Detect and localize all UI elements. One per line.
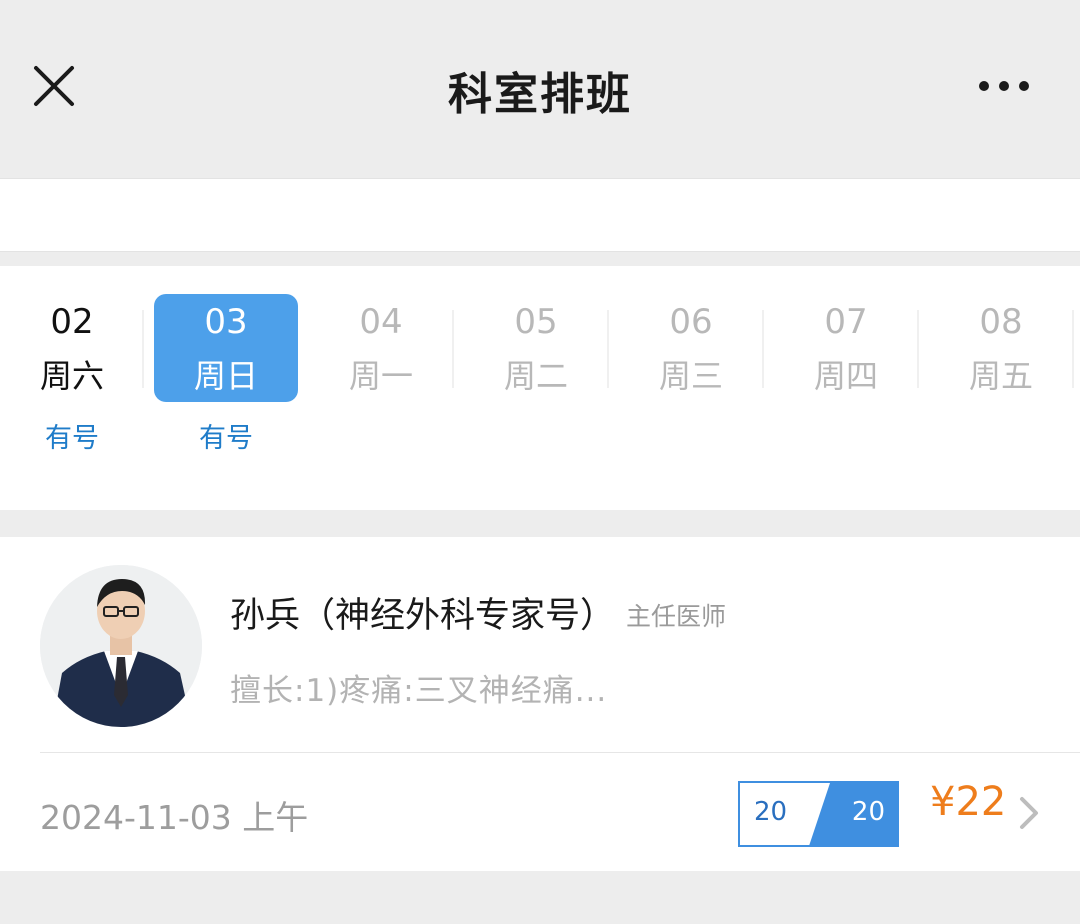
more-icon — [979, 81, 1029, 91]
date-separator — [452, 310, 454, 388]
schedule-slot-row[interactable]: 2024-11-03 上午 20 20 ¥22 — [0, 753, 1080, 871]
doctor-specialty: 擅长:1)疼痛:三叉神经痛... — [230, 673, 608, 709]
page-title: 科室排班 — [448, 69, 632, 120]
date-separator — [1072, 310, 1074, 388]
date-separator — [607, 310, 609, 388]
availability-label: 有号 — [45, 423, 99, 454]
date-tab-07[interactable]: 07 周四 — [774, 294, 918, 402]
quota-total: 20 — [851, 797, 885, 827]
date-number: 06 — [669, 302, 713, 342]
chevron-right-icon — [1020, 797, 1038, 829]
date-weekday: 周一 — [348, 357, 413, 395]
date-separator — [142, 310, 144, 388]
doctor-title: 主任医师 — [626, 602, 727, 631]
date-weekday: 周四 — [813, 357, 878, 395]
date-number: 08 — [979, 302, 1023, 342]
date-number: 02 — [50, 302, 94, 342]
date-weekday: 周六 — [39, 357, 104, 395]
date-number: 05 — [514, 302, 558, 342]
schedule-page: 科室排班 02 周六 有号 03 周日 有号 04 周一 05 周二 06 周三… — [0, 0, 1080, 924]
doctor-card: 孙兵（神经外科专家号） 主任医师 擅长:1)疼痛:三叉神经痛... 2024-1… — [0, 537, 1080, 871]
date-tab-05[interactable]: 05 周二 — [464, 294, 608, 402]
slot-date: 2024-11-03 上午 — [40, 798, 309, 837]
date-weekday: 周三 — [658, 357, 723, 395]
doctor-avatar — [40, 565, 202, 727]
date-number: 03 — [204, 302, 248, 342]
date-separator — [917, 310, 919, 388]
date-tab-04[interactable]: 04 周一 — [309, 294, 453, 402]
top-bar: 科室排班 — [0, 0, 1080, 152]
date-number: 07 — [824, 302, 868, 342]
date-selector: 02 周六 有号 03 周日 有号 04 周一 05 周二 06 周三 07 周… — [0, 266, 1080, 510]
date-tab-03[interactable]: 03 周日 — [154, 294, 298, 402]
availability-label: 有号 — [199, 423, 253, 454]
date-number: 04 — [359, 302, 403, 342]
blank-strip — [0, 178, 1080, 252]
more-button[interactable] — [972, 70, 1036, 102]
quota-remaining: 20 — [754, 797, 788, 827]
date-weekday: 周二 — [503, 357, 568, 395]
date-weekday: 周五 — [968, 357, 1033, 395]
date-tab-06[interactable]: 06 周三 — [619, 294, 763, 402]
doctor-name: 孙兵（神经外科专家号） — [230, 596, 616, 636]
date-separator — [762, 310, 764, 388]
date-tab-02[interactable]: 02 周六 — [0, 294, 144, 402]
date-weekday: 周日 — [193, 357, 258, 395]
quota-badge: 20 20 — [738, 781, 899, 847]
date-tab-08[interactable]: 08 周五 — [929, 294, 1073, 402]
slot-price: ¥22 — [930, 779, 1007, 825]
